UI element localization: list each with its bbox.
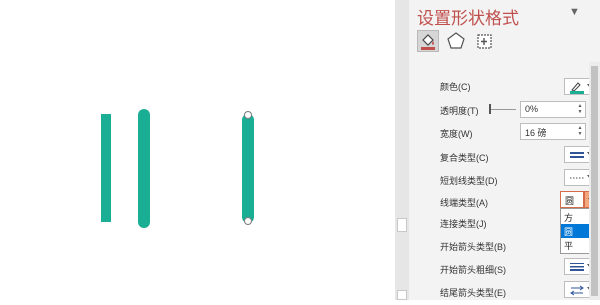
format-shape-pane: 设置形状格式 ▼ 颜色(C) 透明度(T) 0% ▲ ▼ 宽度(W) 16 磅 …: [409, 0, 600, 300]
width-value: 16 磅: [525, 128, 547, 138]
spinner-icon[interactable]: ▲ ▼: [577, 125, 583, 137]
transparency-slider-track[interactable]: [489, 109, 516, 110]
transparency-label: 透明度(T): [440, 106, 479, 116]
compound-lines-icon: [570, 152, 584, 158]
tab-effects[interactable]: [445, 30, 467, 52]
line-start-handle[interactable]: [244, 111, 252, 119]
dash-line-icon: [570, 177, 584, 179]
canvas-scrollbar[interactable]: [395, 0, 409, 300]
pane-title: 设置形状格式: [417, 9, 519, 28]
square-cap-line[interactable]: [101, 114, 111, 222]
pane-scrollbar-thumb[interactable]: [591, 66, 598, 296]
cap-type-label: 线端类型(A): [440, 198, 488, 208]
caret-down-icon[interactable]: ▼: [569, 6, 580, 18]
round-cap-line[interactable]: [138, 109, 150, 228]
end-arrow-type-label: 结尾箭头类型(E): [440, 288, 506, 298]
paint-bucket-icon: [421, 34, 435, 50]
pane-scrollbar[interactable]: [589, 62, 600, 300]
line-end-handle[interactable]: [244, 217, 252, 225]
compound-type-label: 复合类型(C): [440, 153, 489, 163]
tab-size-properties[interactable]: [473, 30, 495, 52]
size-properties-icon: [477, 34, 492, 49]
width-input[interactable]: 16 磅 ▲ ▼: [520, 123, 586, 140]
begin-arrow-type-label: 开始箭头类型(B): [440, 242, 506, 252]
begin-arrow-size-label: 开始箭头粗细(S): [440, 265, 506, 275]
arrow-size-lines-icon: [570, 263, 584, 271]
join-type-label: 连接类型(J): [440, 219, 487, 229]
slide-canvas[interactable]: [0, 0, 395, 300]
transparency-value: 0%: [525, 104, 539, 114]
selected-line[interactable]: [242, 114, 254, 223]
cap-type-value[interactable]: 圆: [560, 191, 584, 208]
pentagon-icon: [447, 32, 465, 49]
canvas-scrollbar-thumb[interactable]: [397, 218, 407, 232]
slide-svg: [101, 109, 254, 228]
transparency-input[interactable]: 0% ▲ ▼: [520, 101, 586, 118]
double-arrow-icon: [570, 285, 584, 296]
tab-fill-line[interactable]: [417, 30, 439, 52]
dash-type-label: 短划线类型(D): [440, 176, 498, 186]
canvas-scrollbar-button[interactable]: [397, 290, 407, 300]
color-label: 颜色(C): [440, 82, 471, 92]
spinner-icon[interactable]: ▲ ▼: [577, 103, 583, 115]
pen-color-icon: [570, 82, 584, 94]
transparency-slider-thumb[interactable]: [489, 104, 491, 114]
width-label: 宽度(W): [440, 129, 473, 139]
